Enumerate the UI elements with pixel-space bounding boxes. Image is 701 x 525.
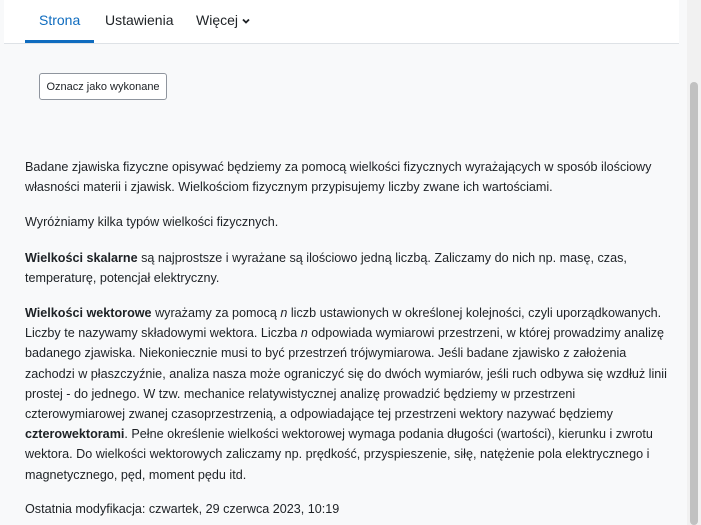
- tab-wiecej[interactable]: Więcej: [196, 0, 251, 43]
- tab-strona[interactable]: Strona: [24, 0, 95, 43]
- chevron-down-icon: [242, 19, 250, 25]
- paragraph-types: Wyróżniamy kilka typów wielkości fizyczn…: [25, 215, 279, 230]
- paragraph-scalars: Wielkości skalarne są najprostsze i wyra…: [25, 248, 673, 288]
- scrollbar-thumb[interactable]: [690, 82, 698, 525]
- vector-text-c: odpowiada wymiarowi przestrzeni, w które…: [25, 326, 667, 422]
- mark-as-done-button[interactable]: Oznacz jako wykonane: [39, 73, 167, 100]
- vector-text-a: wyrażamy za pomocą: [151, 306, 281, 321]
- scalar-term: Wielkości skalarne: [25, 250, 138, 265]
- tab-wiecej-label: Więcej: [196, 12, 239, 28]
- fourvector-term: czterowektorami: [25, 427, 125, 442]
- tab-ustawienia[interactable]: Ustawienia: [105, 0, 173, 43]
- vector-n-2: n: [300, 326, 308, 341]
- paragraph-vectors: Wielkości wektorowe wyrażamy za pomocą n…: [25, 303, 673, 485]
- tab-ustawienia-label: Ustawienia: [105, 12, 174, 28]
- paragraph-intro: Badane zjawiska fizyczne opisywać będzie…: [25, 160, 652, 195]
- page-content: Badane zjawiska fizyczne opisywać będzie…: [25, 157, 673, 500]
- secondary-navigation: Strona Ustawienia Więcej: [4, 0, 679, 44]
- last-modified: Ostatnia modyfikacja: czwartek, 29 czerw…: [25, 502, 340, 516]
- vector-term: Wielkości wektorowe: [25, 306, 152, 321]
- tab-strona-label: Strona: [39, 12, 81, 28]
- scrollbar[interactable]: [687, 0, 701, 525]
